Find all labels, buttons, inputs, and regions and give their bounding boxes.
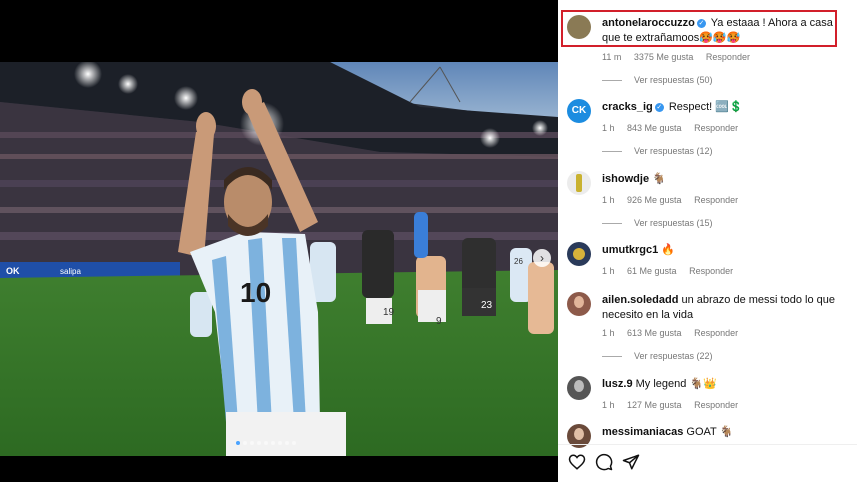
comment-meta: 1 h 127 Me gusta Responder xyxy=(602,400,748,410)
avatar[interactable] xyxy=(567,15,591,39)
comment-meta: 1 h 843 Me gusta Responder xyxy=(602,123,748,133)
comment-text: My legend 🐐👑 xyxy=(635,378,717,390)
comment-text-block: umutkrgc1 🔥 xyxy=(602,243,852,258)
verified-badge-icon: ✓ xyxy=(696,19,706,28)
replies-divider xyxy=(602,222,622,224)
comment-meta: 11 m 3375 Me gusta Responder xyxy=(602,52,760,62)
view-replies-button[interactable]: Ver respuestas (22) xyxy=(602,351,713,361)
replies-divider xyxy=(602,79,622,81)
player-number-9: 9 xyxy=(436,316,442,327)
post-photo: OK salipa 19 9 23 26 10 xyxy=(0,62,558,456)
replies-divider xyxy=(602,150,622,152)
carousel-dot xyxy=(257,441,261,445)
comment-text-block: ishowdje 🐐 xyxy=(602,172,852,187)
comment-meta: 1 h 926 Me gusta Responder xyxy=(602,195,748,205)
view-replies-label: Ver respuestas (15) xyxy=(634,218,713,228)
comment-text-block: cracks_ig ✓ Respect! 🆒💲 xyxy=(602,100,852,115)
comment-likes[interactable]: 3375 Me gusta xyxy=(634,52,694,62)
comment-likes[interactable]: 61 Me gusta xyxy=(627,266,677,276)
comment-username[interactable]: ishowdje xyxy=(602,173,649,185)
share-icon[interactable] xyxy=(622,453,640,471)
view-replies-label: Ver respuestas (12) xyxy=(634,146,713,156)
avatar[interactable]: CK xyxy=(567,99,591,123)
player-number-19: 19 xyxy=(383,307,395,318)
view-replies-button[interactable]: Ver respuestas (50) xyxy=(602,75,713,85)
comments-panel: antonelaroccuzzo ✓ Ya estaaa ! Ahora a ca… xyxy=(558,0,857,482)
view-replies-button[interactable]: Ver respuestas (15) xyxy=(602,218,713,228)
comment-likes[interactable]: 926 Me gusta xyxy=(627,195,682,205)
carousel-dot xyxy=(243,441,247,445)
view-replies-button[interactable]: Ver respuestas (12) xyxy=(602,146,713,156)
comment-icon[interactable] xyxy=(595,453,613,471)
avatar-initials: CK xyxy=(571,105,587,116)
comment-username[interactable]: ailen.soledadd xyxy=(602,294,678,306)
comment-username[interactable]: lusz.9 xyxy=(602,378,633,390)
verified-badge-icon: ✓ xyxy=(654,103,664,112)
view-replies-label: Ver respuestas (50) xyxy=(634,75,713,85)
comment-time: 1 h xyxy=(602,266,615,276)
reply-button[interactable]: Responder xyxy=(694,123,738,133)
comment-text-block: messimaniacas GOAT 🐐 xyxy=(602,425,852,440)
reply-button[interactable]: Responder xyxy=(689,266,733,276)
player-number-23: 23 xyxy=(481,300,493,311)
stadium-photo: OK salipa 19 9 23 26 10 xyxy=(0,62,558,456)
carousel-dot xyxy=(271,441,275,445)
reply-button[interactable]: Responder xyxy=(694,400,738,410)
comment-likes[interactable]: 843 Me gusta xyxy=(627,123,682,133)
player-number-26: 26 xyxy=(514,257,523,266)
comment-meta: 1 h 613 Me gusta Responder xyxy=(602,328,748,338)
comment-text-block: ailen.soledadd un abrazo de messi todo l… xyxy=(602,293,852,323)
avatar[interactable] xyxy=(567,171,591,195)
carousel-dot xyxy=(285,441,289,445)
post-media: OK salipa 19 9 23 26 10 › xyxy=(0,0,558,482)
carousel-dot xyxy=(278,441,282,445)
comment-text-block: lusz.9 My legend 🐐👑 xyxy=(602,377,852,392)
comment-text: Respect! 🆒💲 xyxy=(668,101,743,113)
comment-time: 1 h xyxy=(602,195,615,205)
reply-button[interactable]: Responder xyxy=(694,195,738,205)
avatar[interactable] xyxy=(567,292,591,316)
carousel-dots xyxy=(236,441,296,445)
carousel-dot xyxy=(292,441,296,445)
post-action-bar xyxy=(558,444,857,482)
jersey-number: 10 xyxy=(240,277,271,308)
comment-likes[interactable]: 127 Me gusta xyxy=(627,400,682,410)
reply-button[interactable]: Responder xyxy=(694,328,738,338)
comment-time: 1 h xyxy=(602,123,615,133)
view-replies-label: Ver respuestas (22) xyxy=(634,351,713,361)
reply-button[interactable]: Responder xyxy=(706,52,750,62)
chevron-right-icon: › xyxy=(540,251,544,265)
comment-username[interactable]: antonelaroccuzzo xyxy=(602,17,695,29)
comment-text-block: antonelaroccuzzo ✓ Ya estaaa ! Ahora a ca… xyxy=(602,16,852,46)
ad-board-brand: salipa xyxy=(60,267,81,276)
comment-username[interactable]: cracks_ig xyxy=(602,101,653,113)
comment-likes[interactable]: 613 Me gusta xyxy=(627,328,682,338)
comment-text: GOAT 🐐 xyxy=(686,426,734,438)
carousel-dot xyxy=(264,441,268,445)
ad-board-text: OK xyxy=(6,266,20,276)
avatar[interactable] xyxy=(567,376,591,400)
comment-time: 1 h xyxy=(602,328,615,338)
comment-text: 🔥 xyxy=(661,244,676,256)
carousel-dot xyxy=(250,441,254,445)
comment-meta: 1 h 61 Me gusta Responder xyxy=(602,266,743,276)
next-slide-button[interactable]: › xyxy=(533,249,551,267)
carousel-dot xyxy=(236,441,240,445)
comment-username[interactable]: messimaniacas xyxy=(602,426,683,438)
heart-icon[interactable] xyxy=(568,453,586,471)
comment-time: 11 m xyxy=(602,52,622,62)
comment-username[interactable]: umutkrgc1 xyxy=(602,244,658,256)
avatar[interactable] xyxy=(567,242,591,266)
replies-divider xyxy=(602,355,622,357)
comment-text: 🐐 xyxy=(652,173,666,185)
comment-time: 1 h xyxy=(602,400,615,410)
